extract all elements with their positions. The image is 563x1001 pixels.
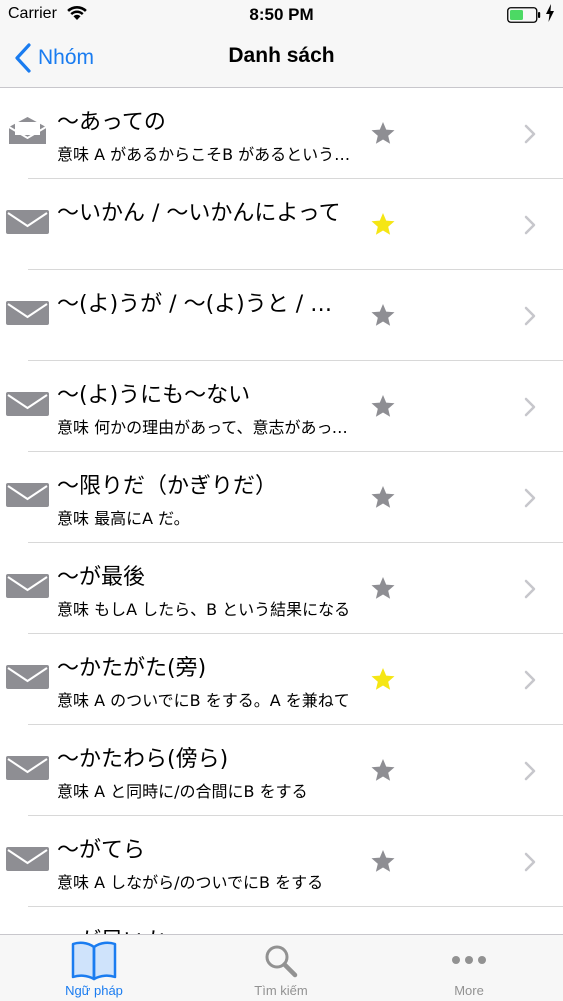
list-item[interactable]: 〜限りだ（かぎりだ） 意味 最高にA だ。 — [0, 452, 563, 543]
tab-grammar[interactable]: Ngữ pháp — [34, 935, 154, 1001]
list-item[interactable]: 〜が最後 意味 もしA したら、B という結果になる — [0, 543, 563, 634]
chevron-right-icon — [524, 579, 536, 599]
list-item[interactable]: 〜(よ)うが / 〜(よ)うと / 〜(よ)うが — [0, 270, 563, 361]
list-item[interactable]: 〜いかん / 〜いかんによって — [0, 179, 563, 270]
mail-icon — [6, 210, 49, 234]
list-item[interactable]: 〜かたわら(傍ら) 意味 A と同時に/の合間にB をする — [0, 725, 563, 816]
clock: 8:50 PM — [249, 5, 314, 24]
tab-more[interactable]: More — [409, 935, 529, 1001]
mail-icon — [6, 301, 49, 325]
grammar-list[interactable]: 〜あっての 意味 A があるからこそB があるという… 〜いかん / 〜いかんに… — [0, 88, 563, 934]
charging-bolt-icon — [546, 4, 554, 22]
tab-bar: Ngữ pháp Tìm kiếm More — [0, 934, 563, 1001]
list-item[interactable]: 〜が早いか — [0, 907, 563, 934]
item-title: 〜がてら — [57, 838, 146, 863]
item-subtitle: 意味 最高にA だ。 — [57, 509, 190, 528]
mail-icon — [6, 756, 49, 780]
tab-search[interactable]: Tìm kiếm — [221, 935, 341, 1001]
chevron-right-icon — [524, 852, 536, 872]
list-item[interactable]: 〜あっての 意味 A があるからこそB があるという… — [0, 88, 563, 179]
item-title: 〜が最後 — [57, 565, 146, 590]
mail-icon — [6, 665, 49, 689]
chevron-right-icon — [524, 670, 536, 690]
chevron-right-icon — [524, 124, 536, 144]
battery-icon — [507, 7, 541, 23]
search-icon — [265, 945, 298, 978]
chevron-right-icon — [524, 761, 536, 781]
tab-search-label: Tìm kiếm — [254, 983, 308, 998]
item-title: 〜かたわら(傍ら) — [57, 747, 229, 772]
item-title: 〜限りだ（かぎりだ） — [57, 474, 278, 499]
star-icon[interactable] — [370, 121, 396, 145]
mail-icon — [6, 574, 49, 598]
item-subtitle: 意味 何かの理由があって、意志があっても — [57, 418, 353, 437]
item-subtitle: 意味 A と同時に/の合間にB をする — [57, 782, 308, 801]
item-title: 〜いかん / 〜いかんによって — [57, 201, 341, 226]
star-icon[interactable] — [370, 212, 396, 236]
chevron-right-icon — [524, 215, 536, 235]
item-subtitle: 意味 A しながら/のついでにB をする — [57, 873, 324, 892]
mail-icon — [6, 847, 49, 871]
chevron-right-icon — [524, 306, 536, 326]
star-icon[interactable] — [370, 303, 396, 327]
star-icon[interactable] — [370, 576, 396, 600]
chevron-right-icon — [524, 397, 536, 417]
item-subtitle: 意味 もしA したら、B という結果になる — [57, 600, 351, 619]
status-bar: Carrier 8:50 PM — [0, 0, 563, 30]
mail-icon — [6, 392, 49, 416]
star-icon[interactable] — [370, 394, 396, 418]
star-icon[interactable] — [370, 758, 396, 782]
star-icon[interactable] — [370, 849, 396, 873]
tab-grammar-label: Ngữ pháp — [65, 983, 123, 998]
star-icon[interactable] — [370, 667, 396, 691]
star-icon[interactable] — [370, 485, 396, 509]
mail-open-icon — [8, 117, 47, 144]
item-title: 〜あっての — [57, 110, 166, 135]
list-item[interactable]: 〜(よ)うにも〜ない 意味 何かの理由があって、意志があっても — [0, 361, 563, 452]
chevron-right-icon — [524, 488, 536, 508]
item-title: 〜が早いか — [57, 923, 353, 934]
item-title: 〜(よ)うが / 〜(よ)うと / 〜(よ)うが — [57, 292, 353, 317]
item-subtitle: 意味 A があるからこそB があるという… — [57, 145, 351, 164]
item-title: 〜(よ)うにも〜ない — [57, 383, 251, 408]
list-item[interactable]: 〜がてら 意味 A しながら/のついでにB をする — [0, 816, 563, 907]
mail-icon — [6, 483, 49, 507]
item-title: 〜かたがた(旁) — [57, 656, 207, 681]
navigation-bar: Nhóm Danh sách — [0, 30, 563, 88]
tab-more-label: More — [454, 983, 484, 998]
item-subtitle: 意味 A のついでにB をする。A を兼ねて — [57, 691, 350, 710]
list-item[interactable]: 〜かたがた(旁) 意味 A のついでにB をする。A を兼ねて — [0, 634, 563, 725]
book-icon — [71, 941, 117, 981]
more-icon — [452, 956, 486, 964]
page-title: Danh sách — [228, 44, 335, 67]
